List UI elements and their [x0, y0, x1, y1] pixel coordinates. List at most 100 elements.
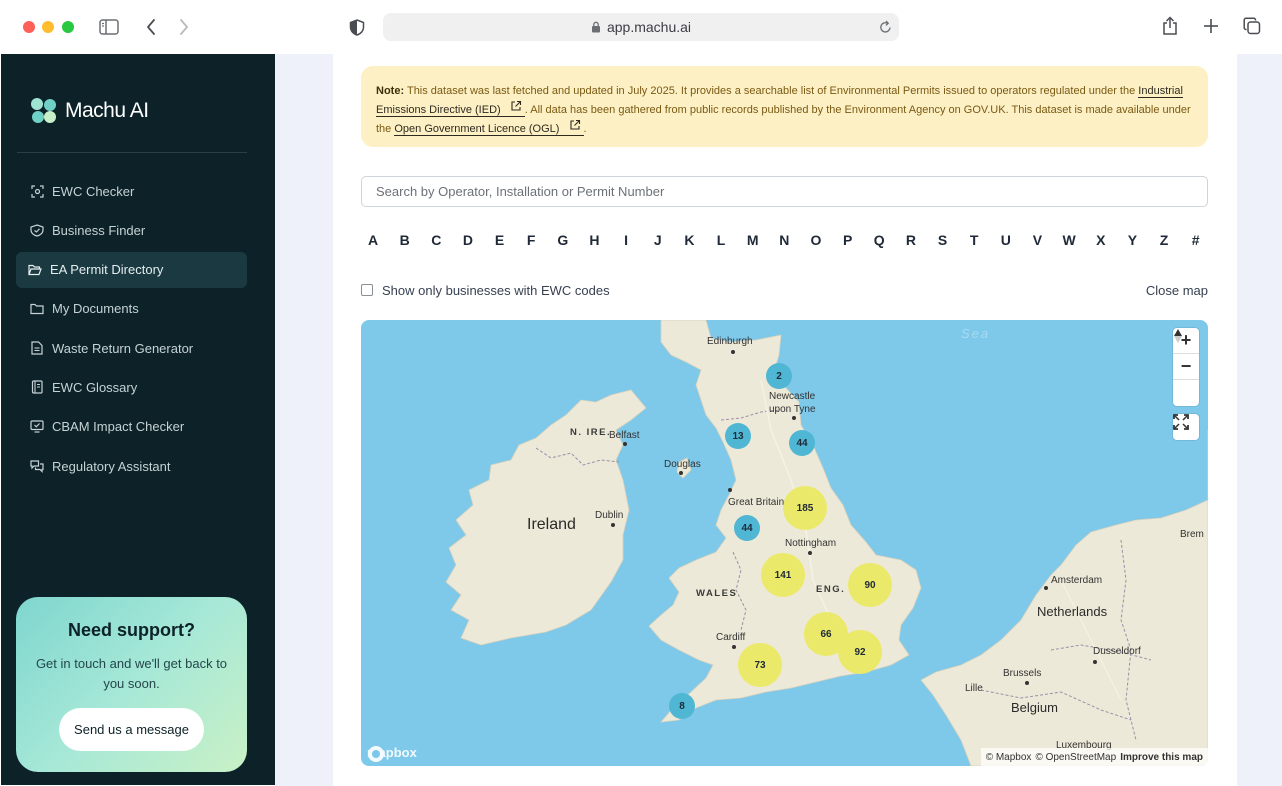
- compass-icon: [1174, 329, 1182, 343]
- letter-filter-h[interactable]: H: [586, 232, 602, 252]
- lock-icon: [591, 21, 600, 33]
- new-tab-icon[interactable]: [1202, 17, 1220, 35]
- maximize-window-button[interactable]: [62, 21, 74, 33]
- reload-icon[interactable]: [879, 20, 892, 37]
- letter-filter-r[interactable]: R: [903, 232, 919, 252]
- map-cluster[interactable]: 141: [761, 553, 805, 597]
- city-marker: [728, 488, 732, 492]
- letter-filter-p[interactable]: P: [840, 232, 856, 252]
- ogl-link[interactable]: Open Government Licence (OGL): [394, 119, 584, 136]
- mapbox-logo-icon: [368, 746, 384, 762]
- forward-icon[interactable]: [176, 17, 192, 37]
- chat-icon: [30, 459, 44, 473]
- letter-filter-k[interactable]: K: [681, 232, 697, 252]
- letter-filter-t[interactable]: T: [966, 232, 982, 252]
- map-label-cardiff: Cardiff: [716, 632, 746, 643]
- back-icon[interactable]: [143, 17, 159, 37]
- letter-filter-hash[interactable]: #: [1188, 232, 1204, 252]
- map-label-newcastle: Newcastle: [769, 391, 816, 402]
- sidebar-item-ewc-glossary[interactable]: EWC Glossary: [16, 369, 247, 405]
- sidebar-item-label: Waste Return Generator: [52, 340, 194, 356]
- letter-filter-j[interactable]: J: [650, 232, 666, 252]
- city-marker: [1044, 586, 1048, 590]
- map-cluster[interactable]: 73: [738, 643, 782, 687]
- sidebar-item-label: Regulatory Assistant: [52, 458, 171, 474]
- map-cluster[interactable]: 185: [783, 486, 827, 530]
- main-content: Note: This dataset was last fetched and …: [333, 54, 1237, 786]
- map-label-amsterdam: Amsterdam: [1051, 575, 1103, 586]
- letter-filter-n[interactable]: N: [776, 232, 792, 252]
- sidebar-item-cbam-impact-checker[interactable]: CBAM Impact Checker: [16, 409, 247, 445]
- map-cluster[interactable]: 8: [669, 693, 695, 719]
- letter-filter-e[interactable]: E: [492, 232, 508, 252]
- city-marker: [732, 645, 736, 649]
- send-message-button[interactable]: Send us a message: [59, 708, 204, 751]
- map-label-lille: Lille: [965, 683, 983, 694]
- browser-window: app.machu.ai Machu AI EWC Checker Busine…: [0, 0, 1282, 786]
- external-link-icon: [511, 100, 521, 111]
- letter-filter-l[interactable]: L: [713, 232, 729, 252]
- letter-filter-s[interactable]: S: [935, 232, 951, 252]
- map-label-n-ire: N. IRE.: [570, 427, 612, 438]
- zoom-out-button[interactable]: −: [1173, 354, 1199, 380]
- letter-filter-x[interactable]: X: [1093, 232, 1109, 252]
- sidebar-toggle-icon[interactable]: [98, 17, 120, 37]
- privacy-shield-icon[interactable]: [348, 18, 366, 36]
- map-label-netherlands: Netherlands: [1037, 604, 1108, 619]
- letter-filter-q[interactable]: Q: [871, 232, 887, 252]
- folder-open-icon: [28, 263, 42, 277]
- letter-filter-a[interactable]: A: [365, 232, 381, 252]
- letter-filter-y[interactable]: Y: [1124, 232, 1140, 252]
- city-marker: [731, 350, 735, 354]
- sidebar-item-business-finder[interactable]: Business Finder: [16, 212, 247, 248]
- address-bar[interactable]: app.machu.ai: [383, 13, 899, 41]
- page-background: [275, 54, 333, 786]
- search-input[interactable]: [361, 176, 1208, 207]
- badge-icon: [30, 223, 44, 237]
- city-marker: [679, 471, 683, 475]
- close-window-button[interactable]: [23, 21, 35, 33]
- sidebar-item-my-documents[interactable]: My Documents: [16, 291, 247, 327]
- map-cluster[interactable]: 13: [725, 423, 751, 449]
- minimize-window-button[interactable]: [42, 21, 54, 33]
- map-cluster[interactable]: 2: [766, 363, 792, 389]
- sidebar-item-regulatory-assistant[interactable]: Regulatory Assistant: [16, 448, 247, 484]
- improve-map-link[interactable]: Improve this map: [1120, 752, 1203, 763]
- letter-filter-o[interactable]: O: [808, 232, 824, 252]
- notice-text: This dataset was last fetched and update…: [406, 85, 1136, 97]
- letter-filter-i[interactable]: I: [618, 232, 634, 252]
- tab-overview-icon[interactable]: [1242, 16, 1262, 36]
- close-map-button[interactable]: Close map: [1146, 283, 1208, 298]
- compass-button[interactable]: [1173, 329, 1199, 406]
- letter-filter-c[interactable]: C: [428, 232, 444, 252]
- attribution-osm[interactable]: © OpenStreetMap: [1035, 752, 1116, 763]
- ewc-only-filter[interactable]: Show only businesses with EWC codes: [361, 283, 610, 298]
- letter-filter-v[interactable]: V: [1029, 232, 1045, 252]
- sidebar-item-ewc-checker[interactable]: EWC Checker: [16, 173, 247, 209]
- permit-map[interactable]: Sea Edinburgh Newcastle upon Tyne N. IRE…: [361, 320, 1208, 766]
- fullscreen-button[interactable]: [1173, 414, 1199, 440]
- letter-filter-b[interactable]: B: [397, 232, 413, 252]
- map-cluster[interactable]: 44: [789, 430, 815, 456]
- ewc-only-checkbox[interactable]: [361, 284, 373, 296]
- sidebar-item-ea-permit-directory[interactable]: EA Permit Directory: [16, 251, 247, 288]
- letter-filter-z[interactable]: Z: [1156, 232, 1172, 252]
- letter-filter-w[interactable]: W: [1061, 232, 1077, 252]
- sidebar-item-waste-return-generator[interactable]: Waste Return Generator: [16, 330, 247, 366]
- share-icon[interactable]: [1161, 15, 1179, 37]
- city-marker: [1025, 681, 1029, 685]
- book-icon: [30, 380, 44, 395]
- map-cluster[interactable]: 90: [848, 563, 892, 607]
- brand-logo[interactable]: Machu AI: [29, 96, 149, 126]
- attribution-mapbox[interactable]: © Mapbox: [986, 752, 1032, 763]
- map-cluster[interactable]: 44: [734, 515, 760, 541]
- letter-filter-d[interactable]: D: [460, 232, 476, 252]
- letter-filter-u[interactable]: U: [998, 232, 1014, 252]
- letter-filter-g[interactable]: G: [555, 232, 571, 252]
- dataset-notice: Note: This dataset was last fetched and …: [361, 66, 1208, 147]
- mapbox-logo[interactable]: mapbox: [367, 745, 417, 762]
- letter-filter-f[interactable]: F: [523, 232, 539, 252]
- folder-icon: [30, 302, 44, 316]
- letter-filter-m[interactable]: M: [745, 232, 761, 252]
- map-cluster[interactable]: 92: [838, 630, 882, 674]
